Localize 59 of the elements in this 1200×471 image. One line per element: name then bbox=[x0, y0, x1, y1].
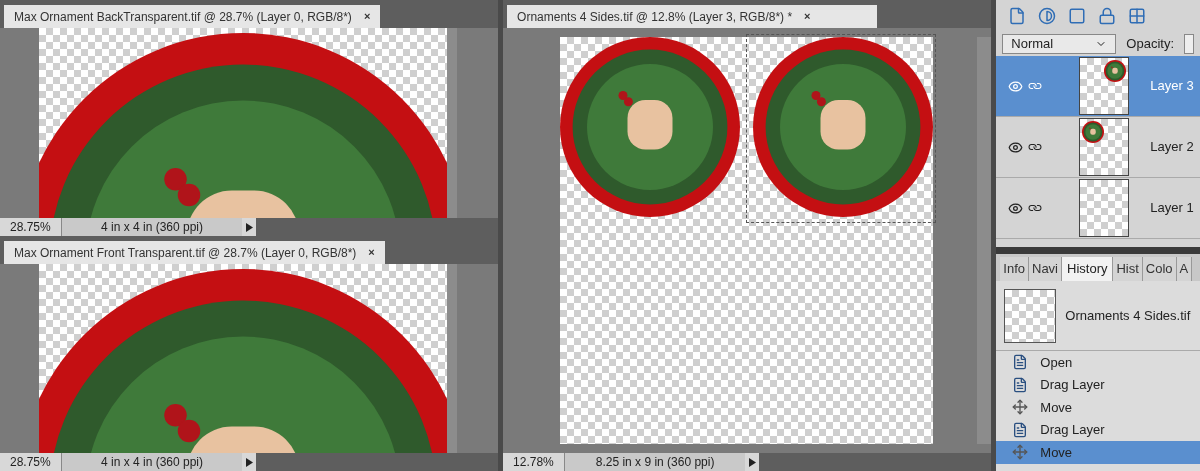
ornament-drawing bbox=[1104, 60, 1127, 82]
layer-row[interactable]: Layer 1 bbox=[996, 178, 1200, 239]
history-item[interactable]: Move bbox=[996, 396, 1200, 419]
move-icon bbox=[1012, 444, 1029, 461]
document-tab[interactable]: Max Ornament BackTransparent.tif @ 28.7% (Layer 0, RGB/8*) × bbox=[4, 5, 381, 28]
horizontal-scrollbar[interactable] bbox=[256, 218, 499, 236]
close-button[interactable]: × bbox=[804, 8, 811, 25]
close-button[interactable]: × bbox=[368, 244, 375, 261]
triangle-right-icon bbox=[245, 222, 253, 232]
triangle-right-icon bbox=[748, 457, 756, 467]
close-button[interactable]: × bbox=[363, 8, 371, 25]
status-menu-button[interactable] bbox=[242, 218, 256, 236]
grid-icon[interactable] bbox=[1128, 7, 1147, 25]
history-item[interactable]: Drag Layer bbox=[996, 373, 1200, 396]
history-item[interactable]: Move bbox=[996, 441, 1200, 464]
status-menu-button[interactable] bbox=[242, 453, 256, 471]
vertical-scrollbar[interactable] bbox=[977, 37, 992, 444]
move-icon bbox=[1012, 399, 1029, 416]
document-size-label: 8.25 in x 9 in (360 ppi) bbox=[565, 453, 746, 471]
layer-row[interactable]: Layer 2 bbox=[996, 117, 1200, 178]
status-menu-button[interactable] bbox=[745, 453, 760, 471]
triangle-right-icon bbox=[245, 457, 253, 467]
half-circle-icon[interactable] bbox=[1038, 7, 1057, 25]
history-item[interactable]: Drag Layer bbox=[996, 418, 1200, 441]
page-icon[interactable] bbox=[1008, 7, 1027, 25]
vertical-scrollbar[interactable] bbox=[446, 264, 457, 453]
document-tab[interactable]: Max Ornament Front Transparent.tif @ 28.7% (Layer 0, RGB/8*) × bbox=[4, 241, 385, 264]
opacity-field[interactable] bbox=[1184, 34, 1194, 54]
panel-tab[interactable]: Colo bbox=[1142, 257, 1177, 281]
document-icon bbox=[1012, 354, 1029, 371]
horizontal-scrollbar[interactable] bbox=[759, 453, 992, 471]
zoom-level-field[interactable]: 12.78% bbox=[503, 453, 566, 471]
ornament-drawing bbox=[1082, 121, 1105, 143]
document-icon bbox=[1012, 421, 1029, 438]
horizontal-scrollbar[interactable] bbox=[256, 453, 499, 471]
opacity-label: Opacity: bbox=[1126, 35, 1174, 54]
panel-tab[interactable]: Hist bbox=[1113, 257, 1143, 281]
eye-icon[interactable] bbox=[1008, 139, 1024, 155]
history-item[interactable]: Open bbox=[996, 351, 1200, 374]
document-size-label: 4 in x 4 in (360 ppi) bbox=[62, 453, 242, 471]
snapshot-label[interactable]: Ornaments 4 Sides.tif bbox=[1065, 305, 1191, 326]
document-icon bbox=[1012, 376, 1029, 393]
vertical-scrollbar[interactable] bbox=[446, 28, 457, 218]
panel-tab[interactable]: Navi bbox=[1029, 257, 1062, 281]
panel-tab[interactable]: History bbox=[1062, 257, 1114, 281]
eye-icon[interactable] bbox=[1008, 200, 1024, 216]
lock-icon[interactable] bbox=[1098, 7, 1117, 25]
layer-name: Layer 3 bbox=[1150, 77, 1194, 96]
document-tab[interactable]: Ornaments 4 Sides.tif @ 12.8% (Layer 3, RGB/8*) * × bbox=[507, 5, 878, 28]
layer-thumbnail bbox=[1079, 179, 1130, 237]
snapshot-thumbnail[interactable] bbox=[1004, 288, 1057, 343]
blend-mode-dropdown[interactable]: Normal bbox=[1002, 34, 1117, 54]
document-size-label: 4 in x 4 in (360 ppi) bbox=[62, 218, 242, 236]
square-icon[interactable] bbox=[1068, 7, 1087, 25]
layer-name: Layer 1 bbox=[1150, 199, 1194, 218]
panel-tab[interactable]: Info bbox=[1000, 257, 1029, 281]
zoom-level-field[interactable]: 28.75% bbox=[0, 218, 62, 236]
layer-name: Layer 2 bbox=[1150, 138, 1194, 157]
zoom-level-field[interactable]: 28.75% bbox=[0, 453, 62, 471]
